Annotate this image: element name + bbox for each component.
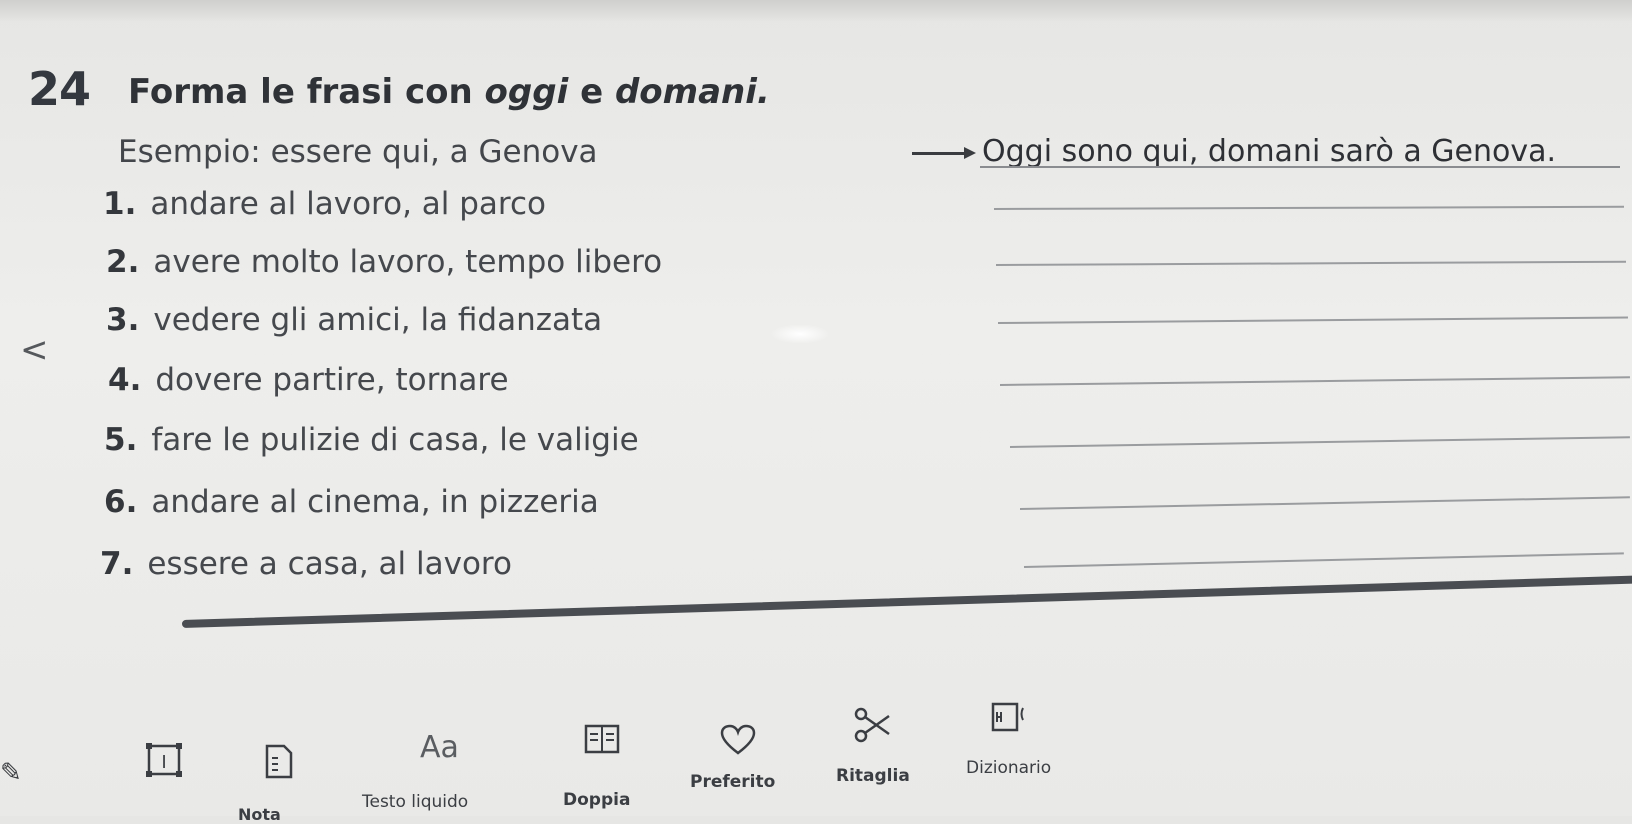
ritaglia-label: Ritaglia	[836, 766, 910, 786]
preferito-button[interactable]	[720, 724, 756, 756]
exercise-number: 24	[28, 62, 91, 116]
arrow-icon	[912, 147, 976, 159]
list-item: 6. andare al cinema, in pizzeria	[104, 484, 599, 520]
title-oggi: oggi	[484, 72, 569, 112]
nota-label: Nota	[238, 805, 281, 824]
answer-line[interactable]	[997, 316, 1628, 324]
item-text: andare al cinema, in pizzeria	[151, 484, 599, 520]
item-number: 1.	[103, 186, 137, 222]
prev-page-arrow[interactable]: <	[20, 330, 49, 370]
preferito-label: Preferito	[690, 772, 776, 792]
doppia-button[interactable]	[584, 724, 620, 754]
item-number: 4.	[108, 362, 142, 398]
answer-line[interactable]	[999, 376, 1630, 386]
screen-glare	[770, 324, 830, 344]
double-page-icon	[584, 724, 620, 754]
item-number: 5.	[104, 422, 138, 458]
list-item: 1. andare al lavoro, al parco	[103, 186, 546, 222]
exercise-title: Forma le frasi con oggi e domani.	[128, 72, 770, 112]
item-number: 6.	[104, 484, 138, 520]
dictionary-icon	[991, 702, 1024, 732]
example-prompt: Esempio: essere qui, a Genova	[118, 134, 598, 170]
text-size-button[interactable]: Aa	[420, 730, 459, 765]
answer-line[interactable]	[1009, 436, 1630, 448]
example-answer-line	[980, 166, 1620, 168]
list-item: 2. avere molto lavoro, tempo libero	[106, 244, 662, 280]
dizionario-button[interactable]	[990, 700, 1030, 734]
dizionario-label: Dizionario	[966, 758, 1052, 778]
testo-liquido-button[interactable]	[264, 740, 294, 780]
list-item: 7. essere a casa, al lavoro	[100, 546, 512, 582]
title-part: e	[568, 72, 615, 112]
list-item: 3. vedere gli amici, la fidanzata	[106, 302, 602, 338]
nota-button[interactable]: I	[145, 742, 183, 778]
page-progress-bar[interactable]	[181, 575, 1632, 628]
answer-line[interactable]	[995, 260, 1626, 266]
item-text: essere a casa, al lavoro	[147, 546, 512, 582]
item-text: dovere partire, tornare	[155, 362, 509, 398]
document-icon	[265, 744, 293, 779]
item-number: 7.	[100, 546, 134, 582]
doppia-label: Doppia	[563, 790, 631, 810]
item-text: fare le pulizie di casa, le valigie	[151, 422, 639, 458]
ritaglia-button[interactable]	[853, 706, 897, 744]
list-item: 5. fare le pulizie di casa, le valigie	[104, 422, 639, 458]
item-text: andare al lavoro, al parco	[150, 186, 547, 222]
title-domani: domani.	[614, 72, 770, 112]
scissors-icon	[854, 707, 890, 743]
answer-line[interactable]	[1019, 496, 1630, 510]
screen-bezel	[0, 0, 1632, 22]
pen-icon[interactable]: ✎	[0, 758, 22, 788]
item-text: avere molto lavoro, tempo libero	[153, 244, 663, 280]
answer-line[interactable]	[1023, 552, 1624, 568]
example-answer: Oggi sono qui, domani sarò a Genova.	[982, 134, 1557, 169]
list-item: 4. dovere partire, tornare	[108, 362, 509, 398]
item-text: vedere gli amici, la fidanzata	[153, 302, 603, 338]
heart-icon	[720, 724, 756, 755]
item-number: 3.	[106, 302, 140, 338]
testo-liquido-label: Testo liquido	[362, 792, 469, 812]
answer-line[interactable]	[993, 205, 1624, 210]
text-frame-icon: I	[146, 743, 182, 777]
svg-text:I: I	[161, 752, 166, 773]
item-number: 2.	[106, 244, 140, 280]
title-part: Forma le frasi con	[128, 72, 485, 112]
